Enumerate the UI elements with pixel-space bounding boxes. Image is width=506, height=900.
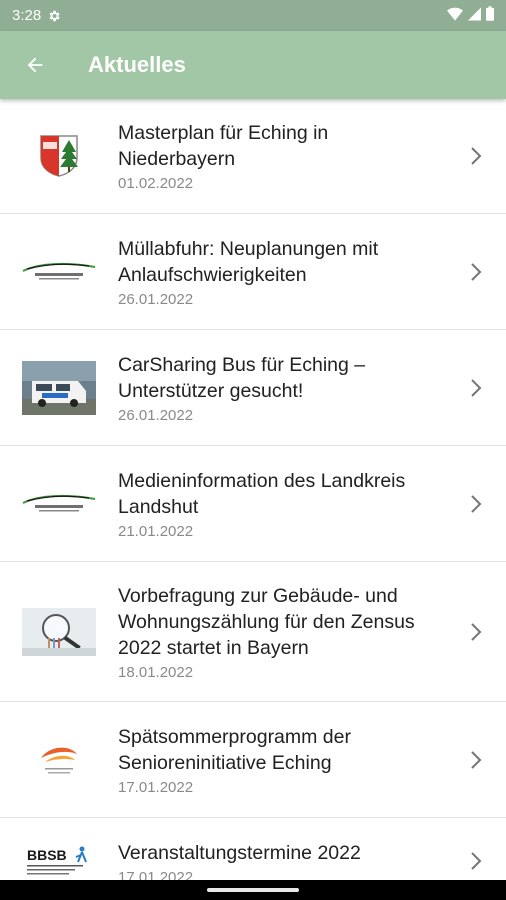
landkreis-landshut-logo-icon bbox=[0, 261, 118, 283]
item-title: Veranstaltungstermine 2022 bbox=[118, 842, 361, 864]
chevron-right-icon bbox=[471, 852, 482, 870]
item-title: 2022 startet in Bayern bbox=[118, 636, 309, 659]
item-title: Masterplan für Eching in bbox=[118, 122, 329, 144]
list-item[interactable]: CarSharing Bus für Eching – Unterstützer… bbox=[0, 330, 506, 446]
wifi-icon bbox=[447, 7, 463, 25]
page-title: Aktuelles bbox=[88, 52, 186, 77]
list-item[interactable]: Vorbefragung zur Gebäude- und Wohnungszä… bbox=[0, 562, 506, 702]
item-date: 01.02.2022 bbox=[118, 175, 194, 192]
item-title: Anlaufschwierigkeiten bbox=[118, 263, 307, 286]
item-date: 18.01.2022 bbox=[118, 663, 194, 681]
list-item[interactable]: Müllabfuhr: Neuplanungen mit Anlaufschwi… bbox=[0, 214, 506, 330]
zensus-magnifier-photo-icon bbox=[0, 607, 118, 656]
app-bar: Aktuelles bbox=[0, 31, 506, 99]
carsharing-bus-photo-icon bbox=[0, 360, 118, 415]
item-date: 17.01.2022 bbox=[118, 778, 194, 796]
back-button[interactable] bbox=[0, 31, 70, 99]
battery-icon bbox=[486, 6, 494, 25]
landkreis-landshut-logo-icon bbox=[0, 493, 118, 515]
item-title: Unterstützer gesucht! bbox=[118, 379, 304, 402]
system-navigation-bar bbox=[0, 880, 506, 900]
home-gesture-handle[interactable] bbox=[207, 888, 299, 892]
item-title: Vorbefragung zur Gebäude- und bbox=[118, 584, 398, 607]
list-item[interactable]: Spätsommerprogramm der Senioreninitiativ… bbox=[0, 702, 506, 818]
bbsb-logo-icon: BBSB bbox=[0, 840, 118, 880]
item-title: Landshut bbox=[118, 495, 199, 518]
svg-text:BBSB: BBSB bbox=[27, 847, 67, 863]
chevron-right-icon bbox=[471, 147, 482, 165]
eching-coat-of-arms-icon bbox=[0, 134, 118, 178]
chevron-right-icon bbox=[471, 378, 482, 397]
item-date: 17.01.2022 bbox=[118, 869, 194, 880]
cellular-signal-icon bbox=[468, 7, 481, 25]
senioreninitiative-logo-icon bbox=[0, 740, 118, 780]
news-list: Masterplan für Eching in Niederbayern 01… bbox=[0, 99, 506, 880]
item-title: Senioreninitiative Eching bbox=[118, 751, 332, 774]
chevron-right-icon bbox=[471, 750, 482, 769]
item-title: Wohnungszählung für den Zensus bbox=[118, 610, 415, 633]
gear-icon bbox=[47, 9, 61, 23]
status-bar: 3:28 bbox=[0, 0, 506, 31]
list-item[interactable]: Masterplan für Eching in Niederbayern 01… bbox=[0, 99, 506, 214]
item-date: 21.01.2022 bbox=[118, 522, 194, 540]
list-item[interactable]: BBSB Veranstaltungstermine 2022 17.01.20… bbox=[0, 818, 506, 880]
item-title: Müllabfuhr: Neuplanungen mit bbox=[118, 237, 379, 260]
item-date: 26.01.2022 bbox=[118, 290, 194, 308]
item-title: Spätsommerprogramm der bbox=[118, 725, 351, 748]
chevron-right-icon bbox=[471, 494, 482, 513]
item-title: Medieninformation des Landkreis bbox=[118, 469, 406, 492]
list-item[interactable]: Medieninformation des Landkreis Landshut… bbox=[0, 446, 506, 562]
chevron-right-icon bbox=[471, 262, 482, 281]
chevron-right-icon bbox=[471, 622, 482, 641]
status-time: 3:28 bbox=[12, 7, 42, 24]
item-date: 26.01.2022 bbox=[118, 406, 194, 424]
item-title: Niederbayern bbox=[118, 148, 236, 170]
arrow-left-icon bbox=[27, 57, 43, 73]
item-title: CarSharing Bus für Eching – bbox=[118, 353, 366, 376]
